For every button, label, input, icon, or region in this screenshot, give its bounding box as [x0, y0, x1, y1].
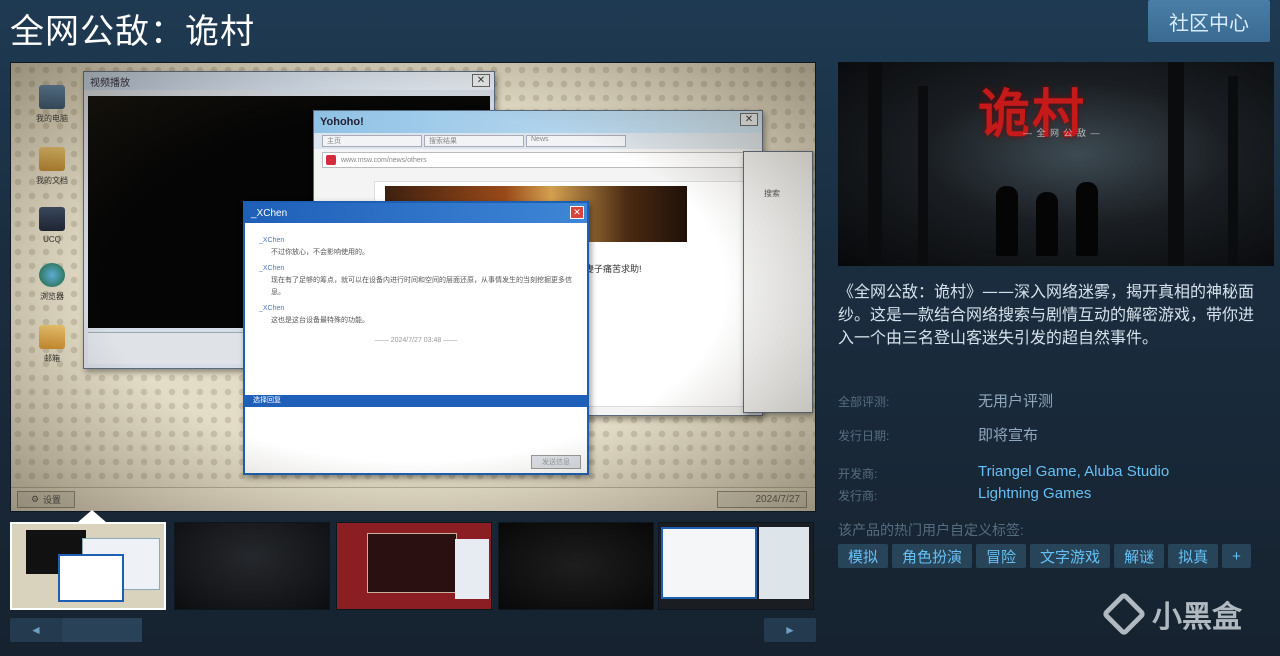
add-tag-button[interactable]: +: [1222, 544, 1251, 568]
figure-silhouette: [1076, 182, 1098, 256]
desktop-icon-computer: 我的电脑: [29, 85, 75, 124]
tag-text-game[interactable]: 文字游戏: [1030, 544, 1111, 568]
watermark: 小黑盒: [1101, 591, 1242, 637]
browser-window-titlebar: Yohoho! ✕: [314, 111, 762, 133]
reply-bar: 选择回复: [245, 395, 587, 407]
tree-silhouette: [868, 62, 882, 266]
reviews-value: 无用户评测: [978, 393, 1054, 410]
tag-adventure[interactable]: 冒险: [976, 544, 1027, 568]
thumb-window: [759, 527, 809, 599]
mail-icon: [39, 325, 65, 349]
taskbar: ⚙ 设置 2024/7/27: [11, 487, 815, 511]
video-window-titlebar: 视频播放 ✕: [84, 72, 494, 90]
scroll-thumb[interactable]: [62, 618, 142, 642]
desktop-icon-browser: 浏览器: [29, 263, 75, 302]
globe-icon: [39, 263, 65, 287]
thumbnail-1[interactable]: [10, 522, 166, 610]
release-date-value: 即将宣布: [978, 427, 1039, 444]
tag-list: 模拟 角色扮演 冒险 文字游戏 解谜 拟真 +: [838, 544, 1251, 568]
browser-logo-icon: [326, 155, 336, 165]
close-icon: ✕: [570, 206, 584, 219]
thumbnail-scrollbar[interactable]: ◄ ►: [10, 618, 816, 642]
chat-window-titlebar: _XChen ✕: [245, 203, 587, 223]
developer-link[interactable]: Triangel Game, Aluba Studio: [978, 463, 1169, 480]
article-snippet: 妻子痛苦求助!: [585, 264, 642, 274]
chat-window: _XChen ✕ _XChen 不过你放心，不会影响使用的。 _XChen 现在…: [243, 201, 589, 475]
thumbnail-3[interactable]: [336, 522, 492, 610]
desktop-icon-documents: 我的文档: [29, 147, 75, 186]
reviews-label: 全部评测:: [838, 395, 890, 409]
page-title: 全网公敌：诡村: [10, 12, 255, 52]
capsule-subtitle: — 全 网 公 敌 —: [1023, 128, 1101, 138]
desktop-icon-ucq: UCQ: [29, 207, 75, 244]
publisher-label: 发行商:: [838, 489, 878, 503]
gear-icon: ⚙: [30, 494, 40, 504]
settings-button: ⚙ 设置: [17, 491, 75, 508]
close-icon: ✕: [472, 74, 490, 87]
tag-realistic[interactable]: 拟真: [1168, 544, 1219, 568]
tag-simulation[interactable]: 模拟: [838, 544, 889, 568]
chat-window-title: _XChen: [251, 207, 288, 219]
active-thumb-indicator: [78, 510, 106, 522]
chat-messages: _XChen 不过你放心，不会影响使用的。 _XChen 现在有了足够的筹点，就…: [259, 237, 572, 344]
game-description: 《全网公敌：诡村》——深入网络迷雾，揭开真相的神秘面纱。这是一款结合网络搜索与剧…: [838, 282, 1255, 347]
figure-silhouette: [1036, 192, 1058, 256]
heybox-logo-icon: [1101, 591, 1147, 637]
side-window-text: 搜索: [764, 189, 780, 198]
main-screenshot[interactable]: 我的电脑 我的文档 UCQ 浏览器 邮箱 视频播放 ✕ Yohoho! ✕ 主页…: [10, 62, 816, 512]
close-icon: ✕: [740, 113, 758, 126]
scroll-left-button[interactable]: ◄: [10, 618, 62, 642]
thumb-window: [367, 533, 457, 593]
thumbnail-2[interactable]: [174, 522, 330, 610]
browser-tab: 搜索结果: [424, 135, 524, 147]
scroll-right-button[interactable]: ►: [764, 618, 816, 642]
thumbnail-4[interactable]: [498, 522, 654, 610]
folder-icon: [39, 147, 65, 171]
thumb-window: [661, 527, 757, 599]
browser-tabs: 主页 搜索结果 News: [314, 133, 762, 149]
tree-silhouette: [918, 86, 928, 266]
tag-rpg[interactable]: 角色扮演: [892, 544, 973, 568]
taskbar-clock: 2024/7/27: [717, 491, 807, 508]
penguin-icon: [39, 207, 65, 231]
browser-tab: News: [526, 135, 626, 147]
header-capsule-image: 诡村 — 全 网 公 敌 —: [838, 62, 1274, 266]
tag-puzzle[interactable]: 解谜: [1114, 544, 1165, 568]
desktop-icon-mail: 邮箱: [29, 325, 75, 364]
browser-url-bar: www.msw.com/news/others: [322, 152, 754, 168]
thumb-window: [58, 554, 124, 602]
release-date-label: 发行日期:: [838, 429, 890, 443]
developer-label: 开发商:: [838, 467, 878, 481]
tree-silhouette: [1228, 76, 1238, 266]
browser-tab: 主页: [322, 135, 422, 147]
thumbnail-5[interactable]: [658, 522, 814, 610]
community-hub-button[interactable]: 社区中心: [1148, 0, 1270, 42]
publisher-link[interactable]: Lightning Games: [978, 485, 1091, 502]
side-window: 搜索: [743, 151, 813, 413]
figure-silhouette: [996, 186, 1018, 256]
send-button: 发送信息: [531, 455, 581, 469]
thumb-window: [455, 539, 489, 599]
tags-title: 该产品的热门用户自定义标签:: [838, 522, 1024, 538]
computer-icon: [39, 85, 65, 109]
tree-silhouette: [1168, 62, 1184, 266]
